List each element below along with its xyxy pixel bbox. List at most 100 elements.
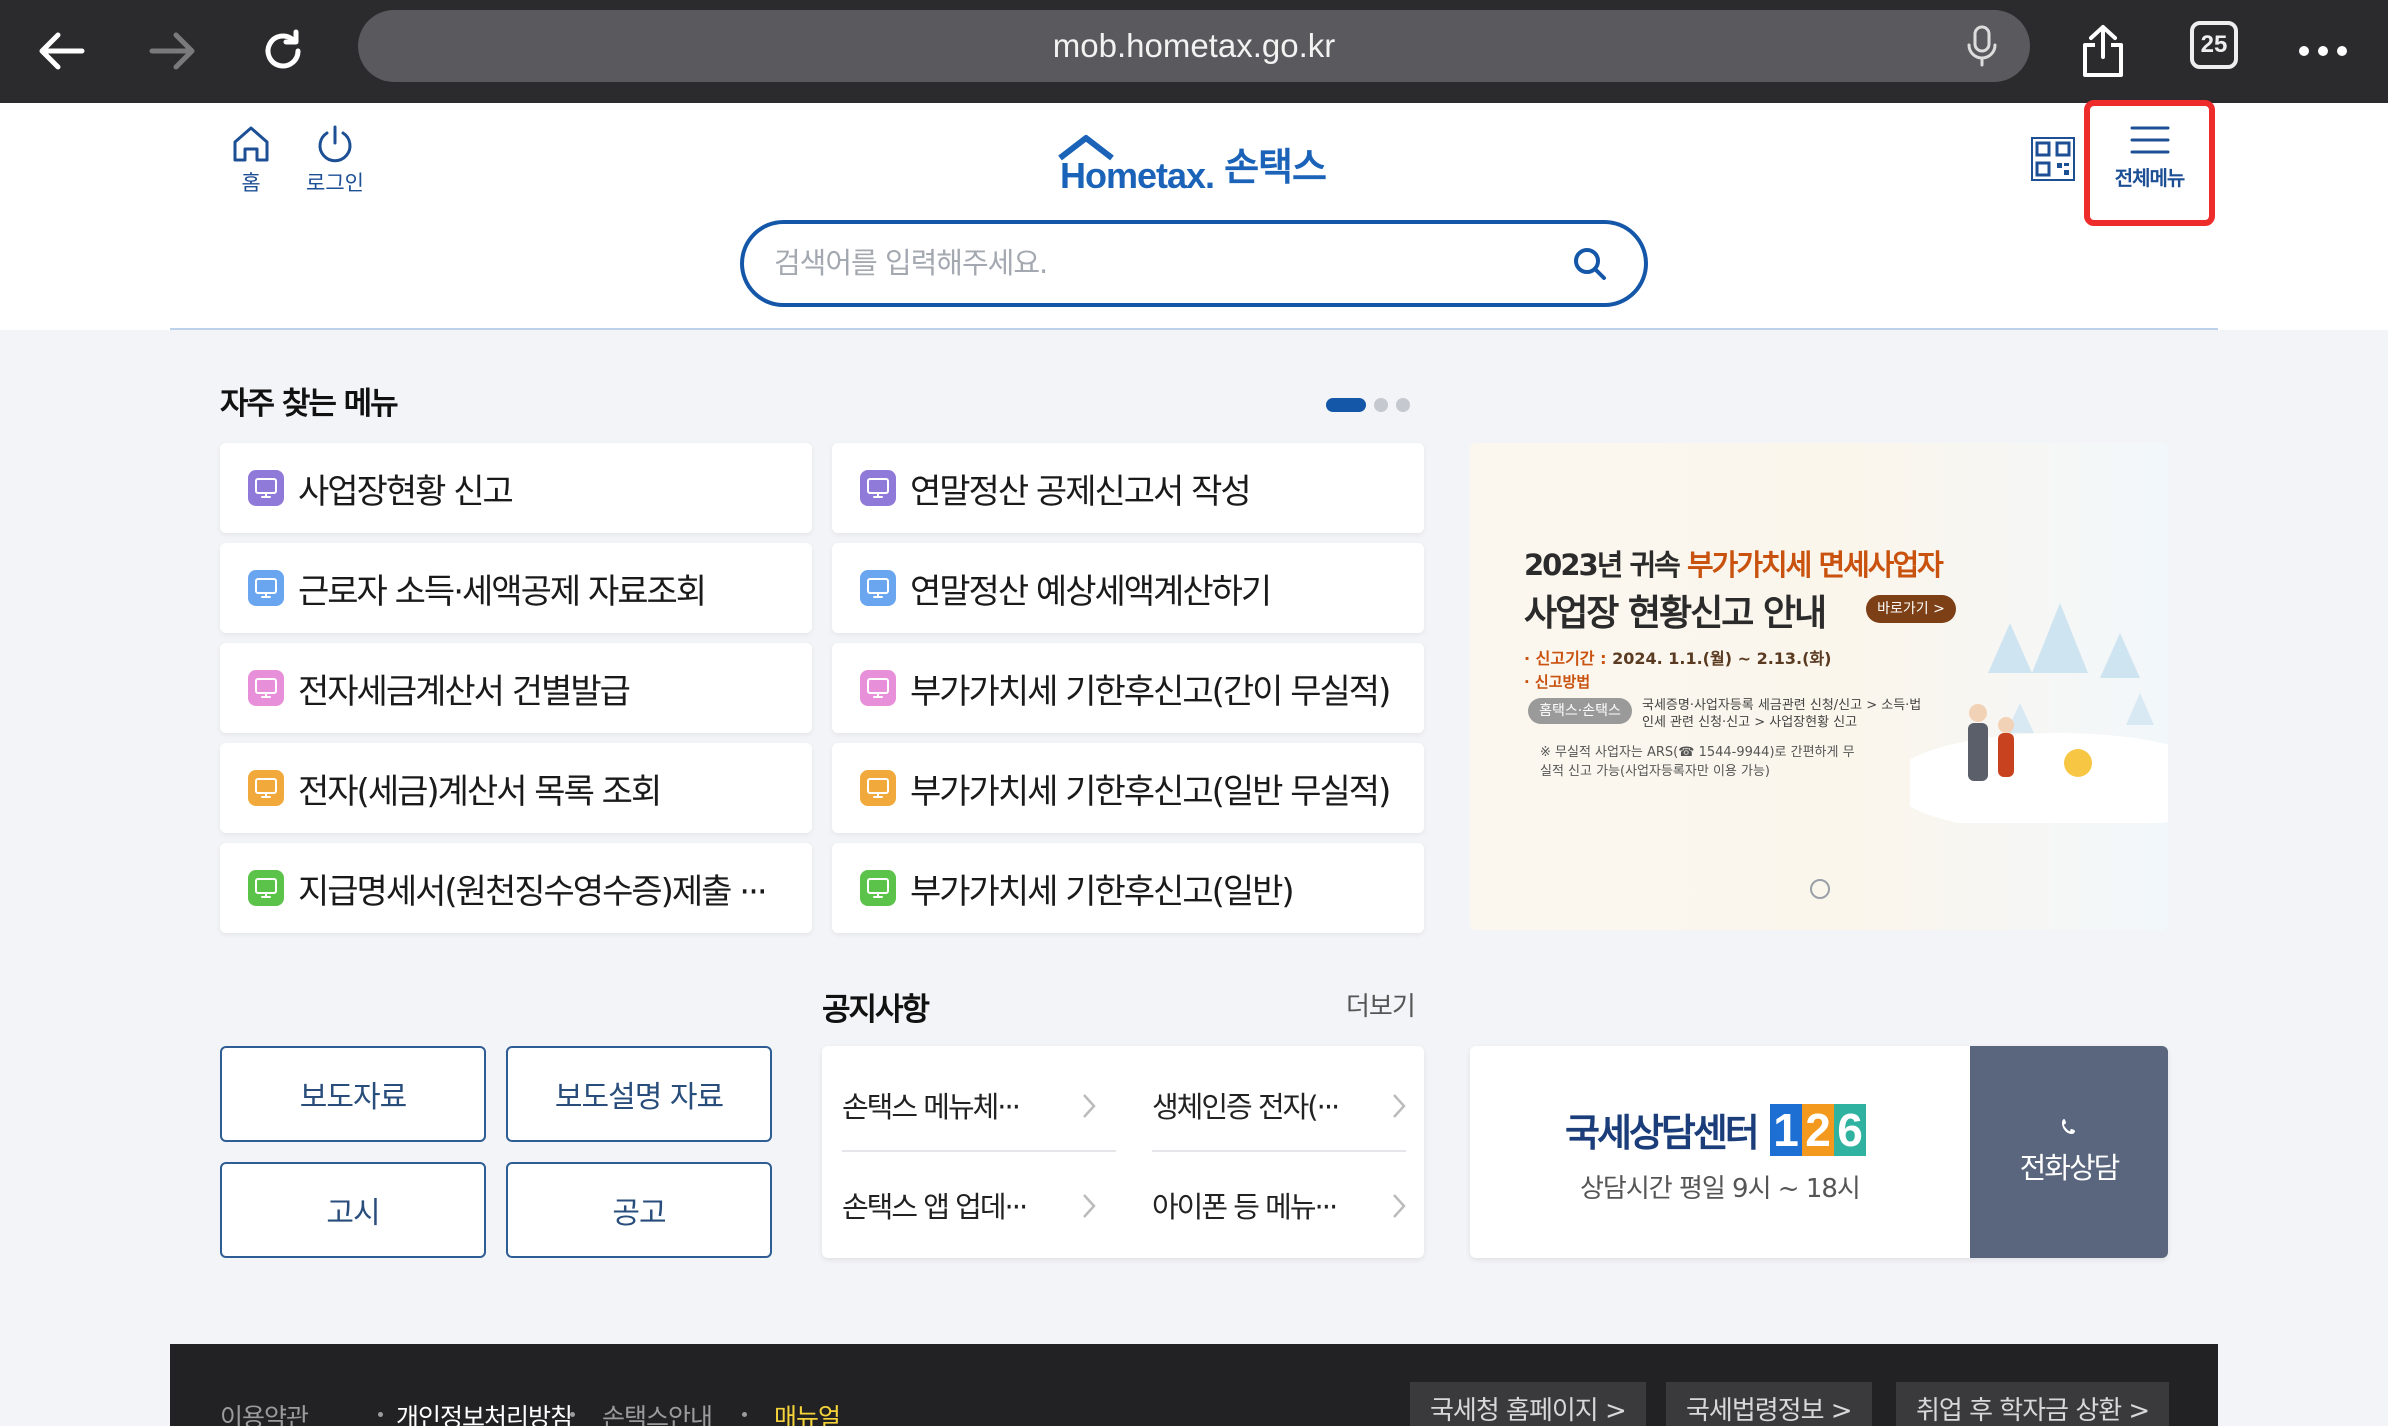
notice-item-text: 생체인증 전자(··· — [1152, 1090, 1340, 1124]
call-center-card: 국세상담센터 1 2 6 상담시간 평일 9시 ~ 18시 전화상담 — [1470, 1046, 2168, 1258]
monitor-icon — [860, 470, 896, 506]
press-release-button[interactable]: 보도자료 — [220, 1046, 486, 1142]
monitor-icon — [860, 570, 896, 606]
phone-consult-button[interactable]: 전화상담 — [1970, 1046, 2168, 1258]
phone-icon — [2062, 1119, 2075, 1134]
home-button[interactable]: 홈 — [230, 123, 272, 197]
carousel-dot-3[interactable] — [1396, 398, 1410, 412]
press-explanation-button[interactable]: 보도설명 자료 — [506, 1046, 772, 1142]
chevron-right-icon — [1393, 1094, 1406, 1118]
search-icon[interactable] — [1570, 244, 1610, 284]
monitor-icon — [248, 470, 284, 506]
frequent-menu-item[interactable]: 전자(세금)계산서 목록 조회 — [220, 743, 812, 833]
share-button[interactable] — [2070, 18, 2136, 84]
arrow-left-icon — [39, 32, 85, 70]
call-center-digit: 6 — [1834, 1104, 1866, 1156]
search-input[interactable]: 검색어를 입력해주세요. — [774, 224, 1048, 303]
notices-more-link[interactable]: 더보기 — [1346, 986, 1416, 1023]
address-bar[interactable]: mob.hometax.go.kr — [358, 10, 2030, 82]
arrow-right-icon — [149, 32, 195, 70]
banner-line1-b: 부가가치세 면세사업자 — [1686, 548, 1944, 582]
reload-button[interactable] — [250, 18, 316, 84]
frequent-menu-item[interactable]: 연말정산 공제신고서 작성 — [832, 443, 1424, 533]
monitor-glyph — [255, 778, 277, 798]
browser-toolbar: mob.hometax.go.kr 25 — [0, 0, 2388, 103]
promo-banner[interactable]: 2023년 귀속 부가가치세 면세사업자 사업장 현황신고 안내 바로가기 > … — [1470, 443, 2168, 930]
frequent-menu-item[interactable]: 부가가치세 기한후신고(일반 무실적) — [832, 743, 1424, 833]
banner-method-text: 국세증명·사업자등록 세금관련 신청/신고 > 소득·법인세 관련 신청·신고 … — [1642, 698, 1922, 730]
qr-code-icon[interactable] — [2030, 136, 2076, 182]
share-icon — [2083, 25, 2123, 77]
banner-method-label: · 신고방법 — [1524, 673, 1591, 691]
monitor-glyph — [867, 678, 889, 698]
carousel-dot-1[interactable] — [1326, 398, 1366, 412]
footer-link-guide[interactable]: 손택스안내 — [602, 1398, 713, 1426]
footer-student-loan-button[interactable]: 취업 후 학자금 상환 > — [1896, 1382, 2170, 1426]
logo-korean-text: 손택스 — [1224, 144, 1327, 189]
more-options-button[interactable] — [2290, 18, 2356, 84]
carousel-dot-2[interactable] — [1374, 398, 1388, 412]
url-text: mob.hometax.go.kr — [1052, 27, 1336, 64]
logo-text: Hometax. — [1060, 155, 1215, 196]
login-button[interactable]: 로그인 — [306, 123, 364, 197]
frequent-menu-item[interactable]: 부가가치세 기한후신고(일반) — [832, 843, 1424, 933]
header-divider — [170, 328, 2218, 330]
notice-divider — [842, 1150, 1116, 1152]
frequent-menu-item[interactable]: 연말정산 예상세액계산하기 — [832, 543, 1424, 633]
carousel-indicator[interactable] — [1326, 398, 1410, 412]
monitor-glyph — [255, 878, 277, 898]
search-box[interactable]: 검색어를 입력해주세요. — [740, 220, 1648, 307]
banner-period-label: · 신고기간 : — [1524, 649, 1613, 668]
frequent-menu-label: 연말정산 공제신고서 작성 — [910, 471, 1252, 512]
footer-separator — [378, 1412, 383, 1417]
gonggo-button[interactable]: 공고 — [506, 1162, 772, 1258]
monitor-glyph — [255, 678, 277, 698]
gosi-button[interactable]: 고시 — [220, 1162, 486, 1258]
monitor-icon — [248, 870, 284, 906]
frequent-menu-label: 부가가치세 기한후신고(간이 무실적) — [910, 671, 1391, 712]
forward-button[interactable] — [140, 18, 206, 84]
monitor-icon — [248, 770, 284, 806]
winter-scene-illustration — [1910, 603, 2168, 823]
call-center-hours: 상담시간 평일 9시 ~ 18시 — [1580, 1174, 1861, 1204]
monitor-icon — [860, 870, 896, 906]
frequent-menu-item[interactable]: 사업장현황 신고 — [220, 443, 812, 533]
call-center-digit: 2 — [1802, 1104, 1834, 1156]
notice-item[interactable]: 손택스 메뉴체··· — [842, 1060, 1098, 1150]
login-label: 로그인 — [306, 171, 364, 195]
footer-link-terms[interactable]: 이용약관 — [220, 1398, 309, 1426]
notice-item-text: 손택스 메뉴체··· — [842, 1090, 1021, 1124]
banner-line1: 2023년 귀속 부가가치세 면세사업자 — [1524, 542, 1944, 584]
monitor-glyph — [867, 878, 889, 898]
all-menu-button[interactable]: 전체메뉴 — [2084, 100, 2215, 226]
monitor-glyph — [867, 478, 889, 498]
phone-consult-label: 전화상담 — [2019, 1151, 2121, 1185]
back-button[interactable] — [28, 18, 94, 84]
all-menu-label: 전체메뉴 — [2114, 166, 2186, 190]
notice-item[interactable]: 아이폰 등 메뉴··· — [1152, 1160, 1408, 1250]
power-icon — [318, 125, 352, 163]
notices-title: 공지사항 — [822, 992, 930, 1028]
footer-separator — [742, 1412, 747, 1417]
notice-item[interactable]: 손택스 앱 업데··· — [842, 1160, 1098, 1250]
hometax-logo[interactable]: Hometax. 손택스 — [1058, 128, 1327, 198]
footer-separator — [570, 1412, 575, 1417]
footer-link-privacy[interactable]: 개인정보처리방침 — [396, 1398, 573, 1426]
frequent-menu-item[interactable]: 지급명세서(원천징수영수증)제출 ··· — [220, 843, 812, 933]
banner-period: · 신고기간 : 2024. 1.1.(월) ~ 2.13.(화) — [1524, 645, 1831, 669]
monitor-glyph — [867, 578, 889, 598]
footer-link-manual[interactable]: 매뉴얼 — [774, 1398, 841, 1426]
chevron-right-icon — [1083, 1194, 1096, 1218]
frequent-menu-item[interactable]: 전자세금계산서 건별발급 — [220, 643, 812, 733]
tab-count-button[interactable]: 25 — [2190, 21, 2238, 69]
frequent-menu-item[interactable]: 부가가치세 기한후신고(간이 무실적) — [832, 643, 1424, 733]
monitor-icon — [248, 670, 284, 706]
notices-list: 손택스 메뉴체··· 생체인증 전자(··· 손택스 앱 업데··· 아이폰 등… — [822, 1046, 1424, 1258]
footer-nts-homepage-button[interactable]: 국세청 홈페이지 > — [1410, 1382, 1646, 1426]
notice-item[interactable]: 생체인증 전자(··· — [1152, 1060, 1408, 1150]
microphone-icon[interactable] — [1960, 24, 2004, 68]
banner-pager[interactable] — [1810, 879, 1830, 899]
frequent-menu-item[interactable]: 근로자 소득·세액공제 자료조회 — [220, 543, 812, 633]
footer-tax-law-button[interactable]: 국세법령정보 > — [1666, 1382, 1872, 1426]
notice-item-text: 손택스 앱 업데··· — [842, 1190, 1028, 1224]
